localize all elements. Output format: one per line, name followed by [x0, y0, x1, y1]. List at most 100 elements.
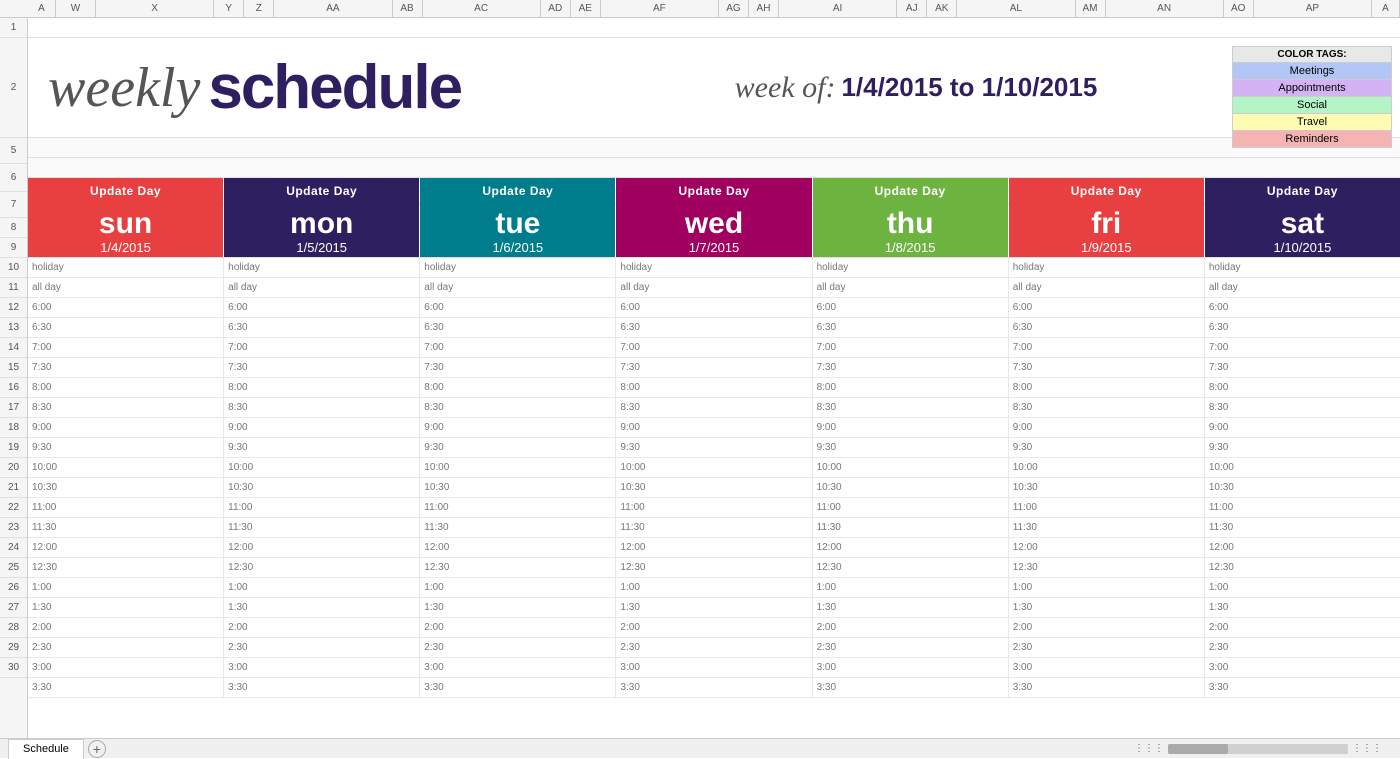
timecell-d2-16[interactable]: 1:00 — [420, 578, 616, 597]
mon-update-day-btn[interactable]: Update Day — [224, 178, 419, 204]
timecell-d4-20[interactable]: 3:00 — [813, 658, 1009, 677]
timecell-d2-20[interactable]: 3:00 — [420, 658, 616, 677]
timecell-d3-11[interactable]: 10:30 — [616, 478, 812, 497]
timecell-d0-12[interactable]: 11:00 — [28, 498, 224, 517]
timecell-d4-13[interactable]: 11:30 — [813, 518, 1009, 537]
timecell-d5-18[interactable]: 2:00 — [1009, 618, 1205, 637]
timecell-d1-16[interactable]: 1:00 — [224, 578, 420, 597]
timecell-d3-15[interactable]: 12:30 — [616, 558, 812, 577]
thu-update-cell[interactable]: Update Day — [813, 178, 1009, 203]
timecell-d0-6[interactable]: 8:00 — [28, 378, 224, 397]
timecell-d5-15[interactable]: 12:30 — [1009, 558, 1205, 577]
timecell-d0-0[interactable]: holiday — [28, 258, 224, 277]
timecell-d2-1[interactable]: all day — [420, 278, 616, 297]
timecell-d5-9[interactable]: 9:30 — [1009, 438, 1205, 457]
timecell-d5-0[interactable]: holiday — [1009, 258, 1205, 277]
sheet-tab-schedule[interactable]: Schedule — [8, 739, 84, 759]
timecell-d3-9[interactable]: 9:30 — [616, 438, 812, 457]
timecell-d4-8[interactable]: 9:00 — [813, 418, 1009, 437]
timecell-d4-9[interactable]: 9:30 — [813, 438, 1009, 457]
timecell-d5-8[interactable]: 9:00 — [1009, 418, 1205, 437]
timecell-d0-19[interactable]: 2:30 — [28, 638, 224, 657]
timecell-d0-21[interactable]: 3:30 — [28, 678, 224, 697]
fri-update-cell[interactable]: Update Day — [1009, 178, 1205, 203]
timecell-d0-8[interactable]: 9:00 — [28, 418, 224, 437]
timecell-d2-0[interactable]: holiday — [420, 258, 616, 277]
timecell-d1-9[interactable]: 9:30 — [224, 438, 420, 457]
timecell-d5-5[interactable]: 7:30 — [1009, 358, 1205, 377]
timecell-d0-3[interactable]: 6:30 — [28, 318, 224, 337]
timecell-d4-11[interactable]: 10:30 — [813, 478, 1009, 497]
timecell-d1-14[interactable]: 12:00 — [224, 538, 420, 557]
timecell-d1-3[interactable]: 6:30 — [224, 318, 420, 337]
timecell-d6-18[interactable]: 2:00 — [1205, 618, 1400, 637]
timecell-d5-16[interactable]: 1:00 — [1009, 578, 1205, 597]
timecell-d2-2[interactable]: 6:00 — [420, 298, 616, 317]
timecell-d2-7[interactable]: 8:30 — [420, 398, 616, 417]
timecell-d4-18[interactable]: 2:00 — [813, 618, 1009, 637]
timecell-d1-5[interactable]: 7:30 — [224, 358, 420, 377]
timecell-d3-21[interactable]: 3:30 — [616, 678, 812, 697]
timecell-d3-6[interactable]: 8:00 — [616, 378, 812, 397]
timecell-d0-18[interactable]: 2:00 — [28, 618, 224, 637]
timecell-d6-2[interactable]: 6:00 — [1205, 298, 1400, 317]
timecell-d4-4[interactable]: 7:00 — [813, 338, 1009, 357]
timecell-d5-2[interactable]: 6:00 — [1009, 298, 1205, 317]
timecell-d2-19[interactable]: 2:30 — [420, 638, 616, 657]
timecell-d6-0[interactable]: holiday — [1205, 258, 1400, 277]
timecell-d3-12[interactable]: 11:00 — [616, 498, 812, 517]
timecell-d5-10[interactable]: 10:00 — [1009, 458, 1205, 477]
timecell-d1-17[interactable]: 1:30 — [224, 598, 420, 617]
timecell-d1-7[interactable]: 8:30 — [224, 398, 420, 417]
timecell-d4-7[interactable]: 8:30 — [813, 398, 1009, 417]
thu-update-day-btn[interactable]: Update Day — [813, 178, 1008, 204]
timecell-d4-2[interactable]: 6:00 — [813, 298, 1009, 317]
timecell-d5-12[interactable]: 11:00 — [1009, 498, 1205, 517]
timecell-d6-11[interactable]: 10:30 — [1205, 478, 1400, 497]
timecell-d5-13[interactable]: 11:30 — [1009, 518, 1205, 537]
timecell-d5-17[interactable]: 1:30 — [1009, 598, 1205, 617]
timecell-d1-21[interactable]: 3:30 — [224, 678, 420, 697]
timecell-d0-17[interactable]: 1:30 — [28, 598, 224, 617]
timecell-d2-3[interactable]: 6:30 — [420, 318, 616, 337]
timecell-d3-18[interactable]: 2:00 — [616, 618, 812, 637]
timecell-d2-9[interactable]: 9:30 — [420, 438, 616, 457]
timecell-d5-4[interactable]: 7:00 — [1009, 338, 1205, 357]
timecell-d6-9[interactable]: 9:30 — [1205, 438, 1400, 457]
timecell-d2-11[interactable]: 10:30 — [420, 478, 616, 497]
timecell-d6-17[interactable]: 1:30 — [1205, 598, 1400, 617]
timecell-d2-12[interactable]: 11:00 — [420, 498, 616, 517]
timecell-d3-5[interactable]: 7:30 — [616, 358, 812, 377]
timecell-d0-15[interactable]: 12:30 — [28, 558, 224, 577]
timecell-d4-0[interactable]: holiday — [813, 258, 1009, 277]
timecell-d0-11[interactable]: 10:30 — [28, 478, 224, 497]
timecell-d3-10[interactable]: 10:00 — [616, 458, 812, 477]
sun-update-cell[interactable]: Update Day — [28, 178, 224, 203]
timecell-d4-6[interactable]: 8:00 — [813, 378, 1009, 397]
timecell-d6-21[interactable]: 3:30 — [1205, 678, 1400, 697]
timecell-d1-6[interactable]: 8:00 — [224, 378, 420, 397]
sat-update-cell[interactable]: Update Day — [1205, 178, 1400, 203]
timecell-d1-19[interactable]: 2:30 — [224, 638, 420, 657]
timecell-d1-12[interactable]: 11:00 — [224, 498, 420, 517]
timecell-d6-6[interactable]: 8:00 — [1205, 378, 1400, 397]
timecell-d3-7[interactable]: 8:30 — [616, 398, 812, 417]
timecell-d3-13[interactable]: 11:30 — [616, 518, 812, 537]
tue-update-day-btn[interactable]: Update Day — [420, 178, 615, 204]
timecell-d1-1[interactable]: all day — [224, 278, 420, 297]
timecell-d1-10[interactable]: 10:00 — [224, 458, 420, 477]
timecell-d6-14[interactable]: 12:00 — [1205, 538, 1400, 557]
timecell-d4-3[interactable]: 6:30 — [813, 318, 1009, 337]
timecell-d6-13[interactable]: 11:30 — [1205, 518, 1400, 537]
timecell-d1-15[interactable]: 12:30 — [224, 558, 420, 577]
timecell-d2-14[interactable]: 12:00 — [420, 538, 616, 557]
timecell-d3-3[interactable]: 6:30 — [616, 318, 812, 337]
sun-update-day-btn[interactable]: Update Day — [28, 178, 223, 204]
mon-update-cell[interactable]: Update Day — [224, 178, 420, 203]
timecell-d4-19[interactable]: 2:30 — [813, 638, 1009, 657]
timecell-d5-11[interactable]: 10:30 — [1009, 478, 1205, 497]
timecell-d2-13[interactable]: 11:30 — [420, 518, 616, 537]
timecell-d2-15[interactable]: 12:30 — [420, 558, 616, 577]
timecell-d2-4[interactable]: 7:00 — [420, 338, 616, 357]
timecell-d6-1[interactable]: all day — [1205, 278, 1400, 297]
